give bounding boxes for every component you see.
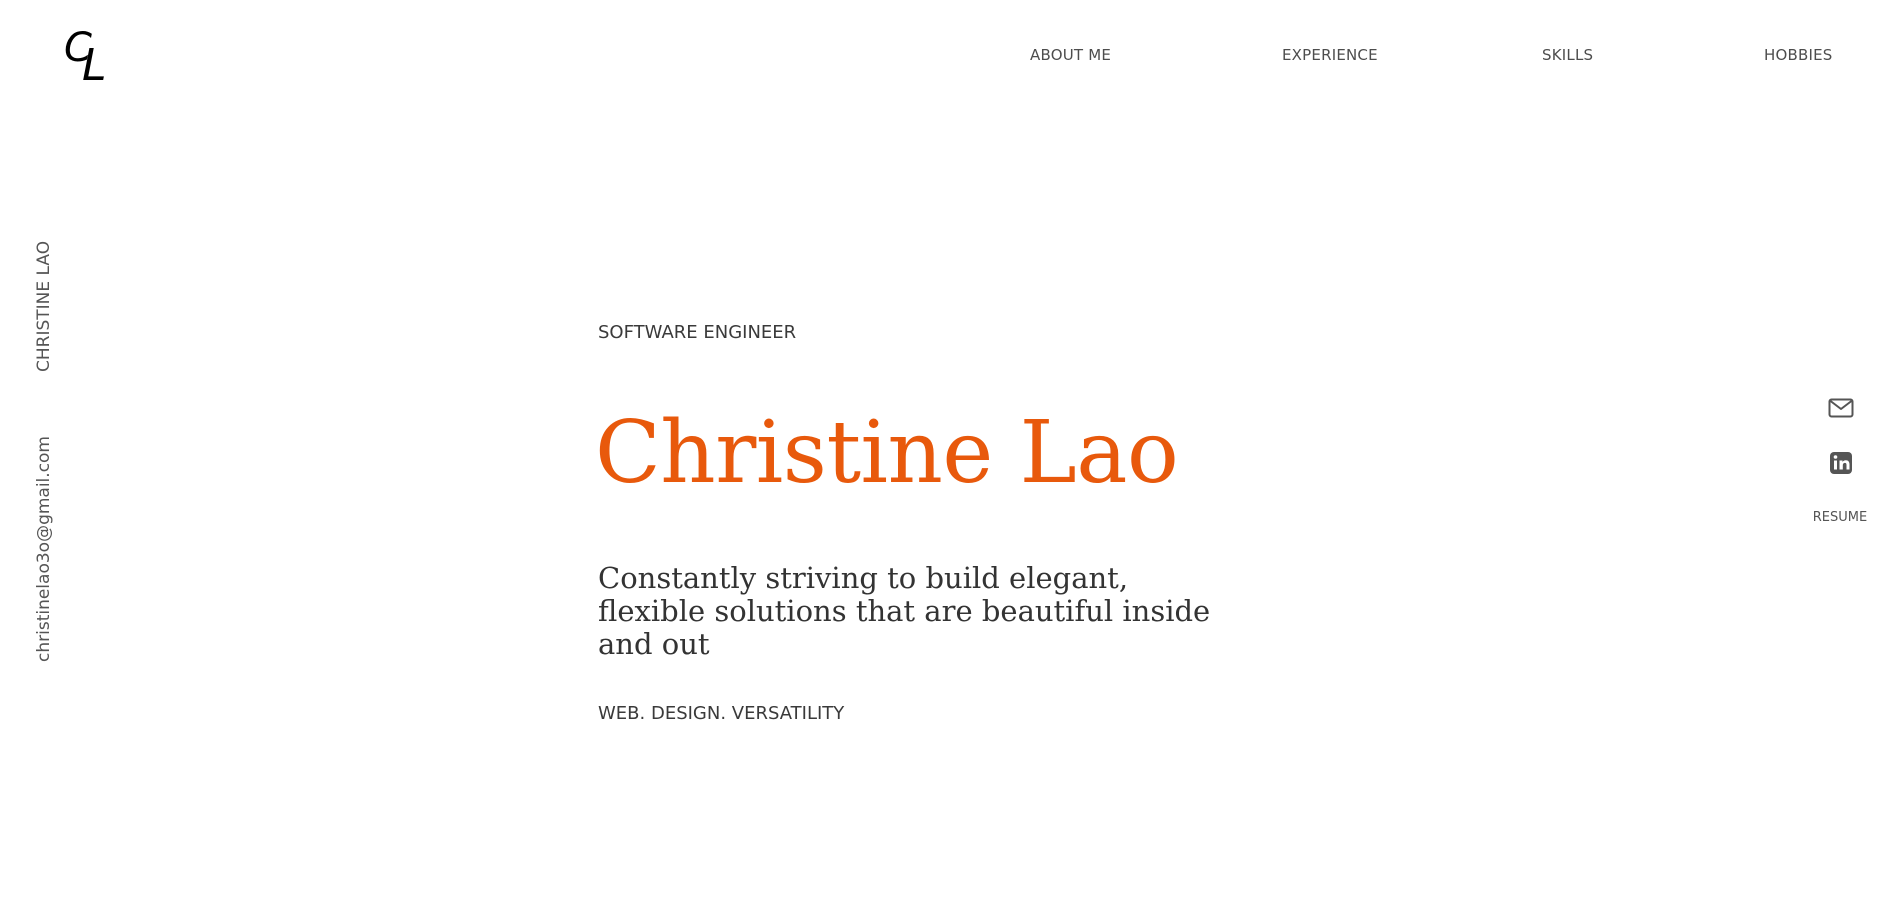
- nav-about-me[interactable]: ABOUT ME: [1030, 46, 1111, 64]
- nav-experience[interactable]: EXPERIENCE: [1282, 46, 1378, 64]
- side-email-link[interactable]: christinelao3o@gmail.com: [34, 436, 54, 662]
- hero-role: SOFTWARE ENGINEER: [598, 322, 797, 343]
- hero-keywords: WEB. DESIGN. VERSATILITY: [598, 703, 845, 724]
- hero-name: Christine Lao: [595, 403, 1179, 503]
- side-name: CHRISTINE LAO: [34, 240, 54, 372]
- email-button[interactable]: [1828, 395, 1854, 421]
- social-sidebar: RESUME: [1790, 0, 1890, 897]
- main-nav: ABOUT ME EXPERIENCE SKILLS HOBBIES: [0, 46, 1890, 68]
- linkedin-button[interactable]: [1828, 450, 1854, 476]
- linkedin-icon: [1830, 452, 1852, 474]
- nav-skills[interactable]: SKILLS: [1542, 46, 1593, 64]
- page: C L ABOUT ME EXPERIENCE SKILLS HOBBIES C…: [0, 0, 1890, 897]
- hero-tagline: Constantly striving to build elegant, fl…: [598, 561, 1211, 661]
- resume-link[interactable]: RESUME: [1790, 510, 1890, 525]
- envelope-icon: [1828, 398, 1854, 418]
